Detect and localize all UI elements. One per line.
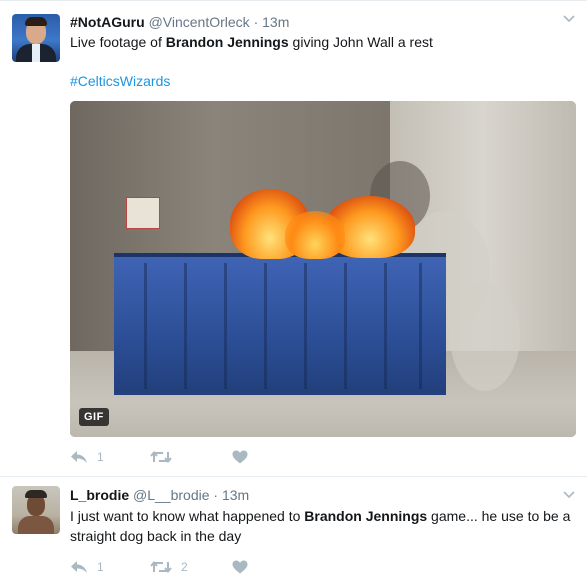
tweet-text: I just want to know what happened to Bra… bbox=[70, 506, 576, 546]
display-name[interactable]: L_brodie bbox=[70, 487, 129, 503]
dumpster-rib bbox=[264, 263, 267, 389]
user-handle[interactable]: @L__brodie bbox=[133, 487, 210, 503]
like-button[interactable] bbox=[232, 448, 257, 466]
reply-count: 1 bbox=[97, 450, 104, 464]
tweet-text-part: I just want to know what happened to bbox=[70, 508, 305, 524]
retweet-icon bbox=[150, 560, 172, 574]
media-dumpster bbox=[114, 253, 446, 395]
dumpster-rib bbox=[384, 263, 387, 389]
avatar-shirt bbox=[32, 44, 40, 62]
media-smoke bbox=[450, 281, 520, 391]
dumpster-rib bbox=[184, 263, 187, 389]
timestamp[interactable]: 13m bbox=[222, 487, 249, 503]
heart-icon bbox=[232, 560, 248, 574]
avatar-hair bbox=[25, 17, 47, 26]
heart-icon bbox=[232, 450, 248, 464]
tweet-text-part: Live footage of bbox=[70, 34, 166, 50]
like-button[interactable] bbox=[232, 558, 257, 576]
reply-icon bbox=[70, 450, 88, 464]
retweet-count: 2 bbox=[181, 560, 188, 574]
avatar-cap bbox=[25, 490, 47, 498]
dumpster-rib bbox=[344, 263, 347, 389]
tweet-text-mention: Brandon Jennings bbox=[304, 508, 428, 524]
retweet-button[interactable]: 2 bbox=[150, 558, 188, 576]
gif-media[interactable]: GIF bbox=[70, 101, 576, 437]
hashtag-link[interactable]: #CelticsWizards bbox=[70, 71, 170, 91]
timestamp[interactable]: 13m bbox=[262, 14, 289, 30]
chevron-down-icon[interactable] bbox=[563, 11, 575, 23]
retweet-icon bbox=[150, 450, 172, 464]
reply-button[interactable]: 1 bbox=[70, 448, 104, 466]
media-fire bbox=[285, 211, 345, 259]
display-name[interactable]: #NotAGuru bbox=[70, 14, 145, 30]
media-wall-sign bbox=[126, 197, 160, 229]
reply-button[interactable]: 1 bbox=[70, 558, 104, 576]
separator: · bbox=[213, 487, 219, 503]
separator: · bbox=[253, 14, 259, 30]
tweet-text-part: giving John Wall a rest bbox=[288, 34, 433, 50]
tweet-header: L_brodie @L__brodie · 13m bbox=[70, 486, 249, 504]
dumpster-rib bbox=[144, 263, 147, 389]
user-handle[interactable]: @VincentOrleck bbox=[149, 14, 250, 30]
reply-icon bbox=[70, 560, 88, 574]
dumpster-rib bbox=[419, 263, 422, 389]
chevron-down-icon[interactable] bbox=[563, 487, 575, 499]
retweet-button[interactable] bbox=[150, 448, 181, 466]
dumpster-rib bbox=[224, 263, 227, 389]
tweet-header: #NotAGuru @VincentOrleck · 13m bbox=[70, 13, 289, 31]
reply-count: 1 bbox=[97, 560, 104, 574]
tweet-text-mention: Brandon Jennings bbox=[165, 34, 289, 50]
avatar[interactable] bbox=[12, 14, 60, 62]
avatar[interactable] bbox=[12, 486, 60, 534]
gif-badge: GIF bbox=[79, 408, 109, 426]
tweet[interactable]: #NotAGuru @VincentOrleck · 13m Live foot… bbox=[0, 5, 587, 477]
dumpster-rib bbox=[304, 263, 307, 389]
avatar-body bbox=[18, 516, 54, 534]
tweet-text: Live footage of Brandon Jennings giving … bbox=[70, 32, 576, 52]
tweet[interactable]: L_brodie @L__brodie · 13m I just want to… bbox=[0, 477, 587, 586]
